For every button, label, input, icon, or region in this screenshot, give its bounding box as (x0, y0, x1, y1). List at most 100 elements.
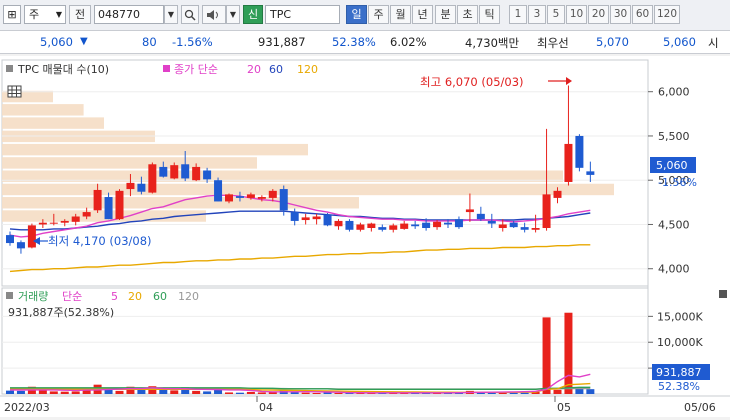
candle-body-5 (60, 220, 69, 223)
code-input[interactable]: 048770 (94, 5, 164, 24)
volume-bar-12 (137, 389, 146, 394)
candle-body-48 (531, 228, 540, 230)
candle-body-11 (126, 182, 135, 190)
price-badge-pct: -1.56% (658, 176, 697, 189)
volume-panel (1, 287, 649, 395)
candle-10 (115, 189, 124, 221)
candle-body-4 (49, 222, 58, 224)
interval-button-10[interactable]: 10 (566, 5, 587, 24)
candle-body-39 (433, 221, 442, 228)
legend-marker-icon (6, 65, 13, 72)
candle-body-53 (586, 171, 595, 175)
volume-bar-49 (542, 317, 551, 394)
period-button-4[interactable]: 분 (435, 5, 456, 24)
code-dropdown-button[interactable]: ▼ (164, 5, 178, 24)
type-select[interactable]: 주 ▼ (24, 5, 66, 24)
table-icon[interactable] (7, 85, 22, 98)
volume-bar-14 (159, 389, 168, 394)
candle-body-8 (93, 189, 102, 211)
interval-button-3[interactable]: 3 (528, 5, 546, 24)
prefix-label[interactable]: 전 (69, 5, 91, 24)
price-tick-label-4500: 4,500 (658, 218, 690, 231)
priority-label: 최우선 (537, 36, 569, 50)
volume-bar-53 (586, 389, 595, 394)
interval-button-30[interactable]: 30 (610, 5, 631, 24)
candle-body-30 (334, 220, 343, 227)
volume-bar-20 (225, 392, 233, 394)
candle-body-27 (301, 217, 310, 221)
volume-legend-ma5: 5 (111, 290, 118, 303)
volume-tick-label-10000: 10,000K (657, 336, 703, 349)
period-button-1[interactable]: 주 (368, 5, 389, 24)
candle-body-44 (487, 220, 496, 224)
low-annotation: 최저 4,170 (03/08) (48, 234, 152, 248)
candle-body-24 (268, 190, 277, 198)
period-button-6[interactable]: 틱 (479, 5, 500, 24)
volume-bar-6 (71, 391, 80, 394)
period-button-2[interactable]: 월 (390, 5, 411, 24)
new-badge: 신 (243, 5, 263, 24)
sound-icon[interactable] (202, 5, 226, 24)
candle-body-16 (181, 164, 190, 179)
volume-legend-ma20: 20 (128, 290, 142, 303)
volume-bar-4 (49, 391, 58, 394)
volume-bar-50 (553, 389, 562, 394)
interval-button-5[interactable]: 5 (547, 5, 565, 24)
bid-price: 5,060 (663, 35, 696, 49)
candle-body-33 (367, 223, 376, 229)
period-button-3[interactable]: 년 (412, 5, 433, 24)
candle-body-17 (192, 166, 201, 181)
volume-bar-22 (246, 391, 255, 394)
volume-bar-5 (60, 391, 69, 394)
candle-13 (148, 162, 157, 194)
period-button-0[interactable]: 일 (346, 5, 367, 24)
volume-badge-pct: 52.38% (658, 380, 700, 393)
price-badge-value: 5,060 (656, 159, 688, 172)
panel-collapse-icon[interactable] (719, 290, 727, 298)
price-badge: 5,060 -1.56% (650, 157, 697, 189)
volume-legend-ma60: 60 (153, 290, 167, 303)
candle-body-2 (27, 225, 36, 248)
volume-bar-18 (203, 391, 212, 394)
candle-body-10 (115, 190, 124, 220)
candle-52 (575, 134, 584, 172)
volume-legend-ma120: 120 (178, 290, 199, 303)
interval-button-20[interactable]: 20 (588, 5, 609, 24)
volume-bar-0 (6, 390, 14, 394)
toolbar: ⊞ 주 ▼ 전 048770 ▼ ▼ 신 TPC 일주월년분초틱 1 3 5 10 20 3… (0, 0, 730, 31)
candle-body-3 (38, 222, 47, 225)
candle-body-14 (159, 166, 168, 177)
candle-body-34 (378, 227, 387, 230)
ask-price: 5,070 (596, 35, 629, 49)
candle-body-45 (498, 224, 507, 229)
candle-body-50 (553, 190, 562, 198)
candle-body-25 (279, 189, 288, 211)
price-tick-label-6000: 6,000 (658, 86, 690, 99)
profile-bar-1 (2, 197, 359, 209)
candle-19 (214, 177, 223, 202)
legend-ma60: 60 (269, 63, 283, 76)
candlestick-chart[interactable]: TPC 매물대 수(10) 종가 단순 20 60 120 최고 6,070 (… (0, 56, 730, 417)
candle-body-15 (170, 165, 179, 179)
grid-menu-icon[interactable]: ⊞ (3, 5, 21, 24)
period-button-5[interactable]: 초 (457, 5, 478, 24)
price-tick-label-5500: 5,500 (658, 130, 690, 143)
candle-body-6 (71, 216, 80, 222)
volume-bar-46 (509, 392, 518, 394)
candle-body-47 (520, 227, 529, 230)
volume-tick-label-15000: 15,000K (657, 310, 703, 323)
last-label: 시 (708, 36, 719, 50)
quote-bar: 5,060 ▼ 80 -1.56% 931,887 52.38% 6.02% 4… (0, 31, 730, 54)
interval-button-1[interactable]: 1 (509, 5, 527, 24)
trade-amount: 4,730백만 (465, 36, 520, 50)
sound-dropdown-button[interactable]: ▼ (226, 5, 240, 24)
volume-subtitle: 931,887주(52.38%) (8, 306, 114, 319)
interval-button-120[interactable]: 120 (654, 5, 680, 24)
profile-bar-4 (2, 157, 257, 169)
x-label-apr: 04 (259, 401, 273, 414)
candle-body-13 (148, 164, 157, 193)
interval-button-60[interactable]: 60 (632, 5, 653, 24)
search-icon[interactable] (181, 5, 199, 24)
candle-body-1 (16, 242, 25, 249)
candle-body-38 (422, 222, 431, 229)
